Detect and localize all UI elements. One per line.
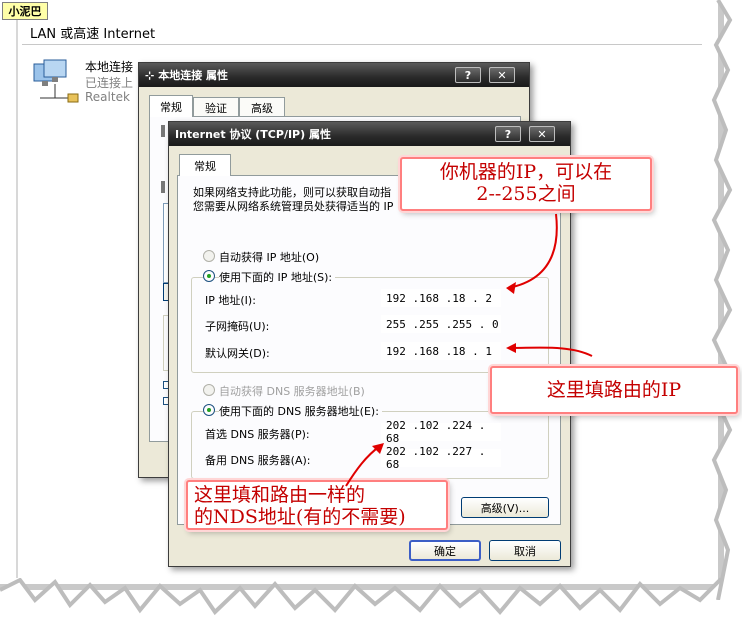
ip-arrowhead <box>506 282 516 294</box>
dns-arrow <box>345 445 381 487</box>
gateway-arrowhead <box>506 343 516 353</box>
annotation-arrows <box>345 213 593 487</box>
gateway-arrow <box>509 346 593 357</box>
ip-arrow <box>507 213 558 289</box>
dns-arrowhead <box>372 443 384 454</box>
tab-general[interactable]: 常规 <box>179 154 231 176</box>
tab-general[interactable]: 常规 <box>149 95 193 117</box>
